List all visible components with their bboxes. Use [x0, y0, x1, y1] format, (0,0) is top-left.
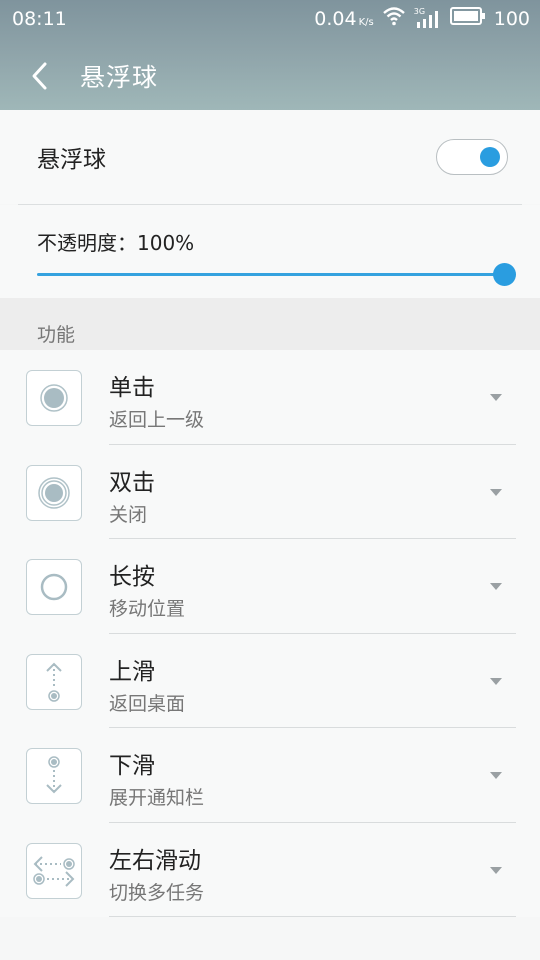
item-value: 关闭 [109, 503, 148, 526]
status-bar: 08:11 0.04 K/s 3G 100 [0, 0, 540, 38]
wifi-icon [382, 6, 406, 31]
slider-thumb[interactable] [493, 263, 516, 286]
single-tap-icon [26, 370, 82, 426]
item-title: 长按 [109, 564, 155, 590]
item-title: 下滑 [109, 753, 155, 779]
list-item-swipe-down[interactable]: 下滑 展开通知栏 [0, 728, 540, 823]
divider [109, 916, 516, 917]
swipe-up-icon [26, 653, 82, 710]
opacity-setting: 不透明度：100% [0, 205, 540, 298]
item-value: 移动位置 [109, 598, 186, 620]
battery-level: 100 [493, 7, 530, 30]
item-title: 双击 [109, 469, 155, 496]
gesture-list: 单击 返回上一级 双击 关闭 长按 移动位置 上滑 返回桌面 下滑 展开通知栏 … [0, 350, 540, 917]
page-title: 悬浮球 [80, 63, 159, 92]
dropdown-arrow-icon [490, 866, 502, 874]
status-indicators: 0.04 K/s 3G 100 [314, 6, 530, 31]
floating-ball-toggle-row[interactable]: 悬浮球 [0, 110, 540, 204]
opacity-label: 不透明度：100% [37, 231, 195, 255]
network-speed: 0.04 K/s [314, 8, 373, 30]
dropdown-arrow-icon [490, 394, 502, 401]
back-button[interactable] [0, 48, 80, 104]
swipe-horizontal-icon [26, 842, 82, 899]
list-item-single-tap[interactable]: 单击 返回上一级 [0, 350, 540, 445]
dropdown-arrow-icon [490, 488, 502, 496]
chevron-left-icon [32, 62, 47, 90]
list-item-swipe-up[interactable]: 上滑 返回桌面 [0, 633, 540, 728]
toggle-label: 悬浮球 [37, 147, 106, 173]
switch-knob [480, 147, 500, 167]
section-header: 功能 [0, 298, 540, 350]
slider-track [37, 273, 505, 276]
cell-signal-icon: 3G [414, 7, 442, 30]
section-title: 功能 [37, 324, 76, 346]
title-bar: 悬浮球 [0, 48, 540, 104]
list-item-long-press[interactable]: 长按 移动位置 [0, 539, 540, 634]
battery-icon [449, 7, 486, 30]
app-header: 08:11 0.04 K/s 3G 100 悬浮球 [0, 0, 540, 110]
network-speed-value: 0.04 [314, 7, 357, 30]
network-speed-unit: K/s [358, 16, 374, 28]
swipe-down-icon [26, 748, 82, 804]
status-time: 08:11 [12, 8, 67, 30]
dropdown-arrow-icon [490, 772, 502, 779]
item-value: 切换多任务 [109, 881, 205, 904]
double-tap-icon [26, 464, 82, 521]
item-value: 返回桌面 [109, 692, 186, 715]
item-title: 上滑 [109, 658, 155, 685]
dropdown-arrow-icon [490, 583, 502, 590]
floating-ball-switch[interactable] [436, 139, 508, 175]
list-item-swipe-horizontal[interactable]: 左右滑动 切换多任务 [0, 822, 540, 917]
opacity-slider[interactable] [37, 263, 516, 287]
item-title: 左右滑动 [109, 847, 201, 874]
dropdown-arrow-icon [490, 677, 502, 685]
item-title: 单击 [109, 375, 155, 401]
item-value: 展开通知栏 [109, 787, 205, 809]
item-value: 返回上一级 [109, 409, 205, 431]
long-press-icon [26, 559, 82, 615]
list-item-double-tap[interactable]: 双击 关闭 [0, 444, 540, 539]
